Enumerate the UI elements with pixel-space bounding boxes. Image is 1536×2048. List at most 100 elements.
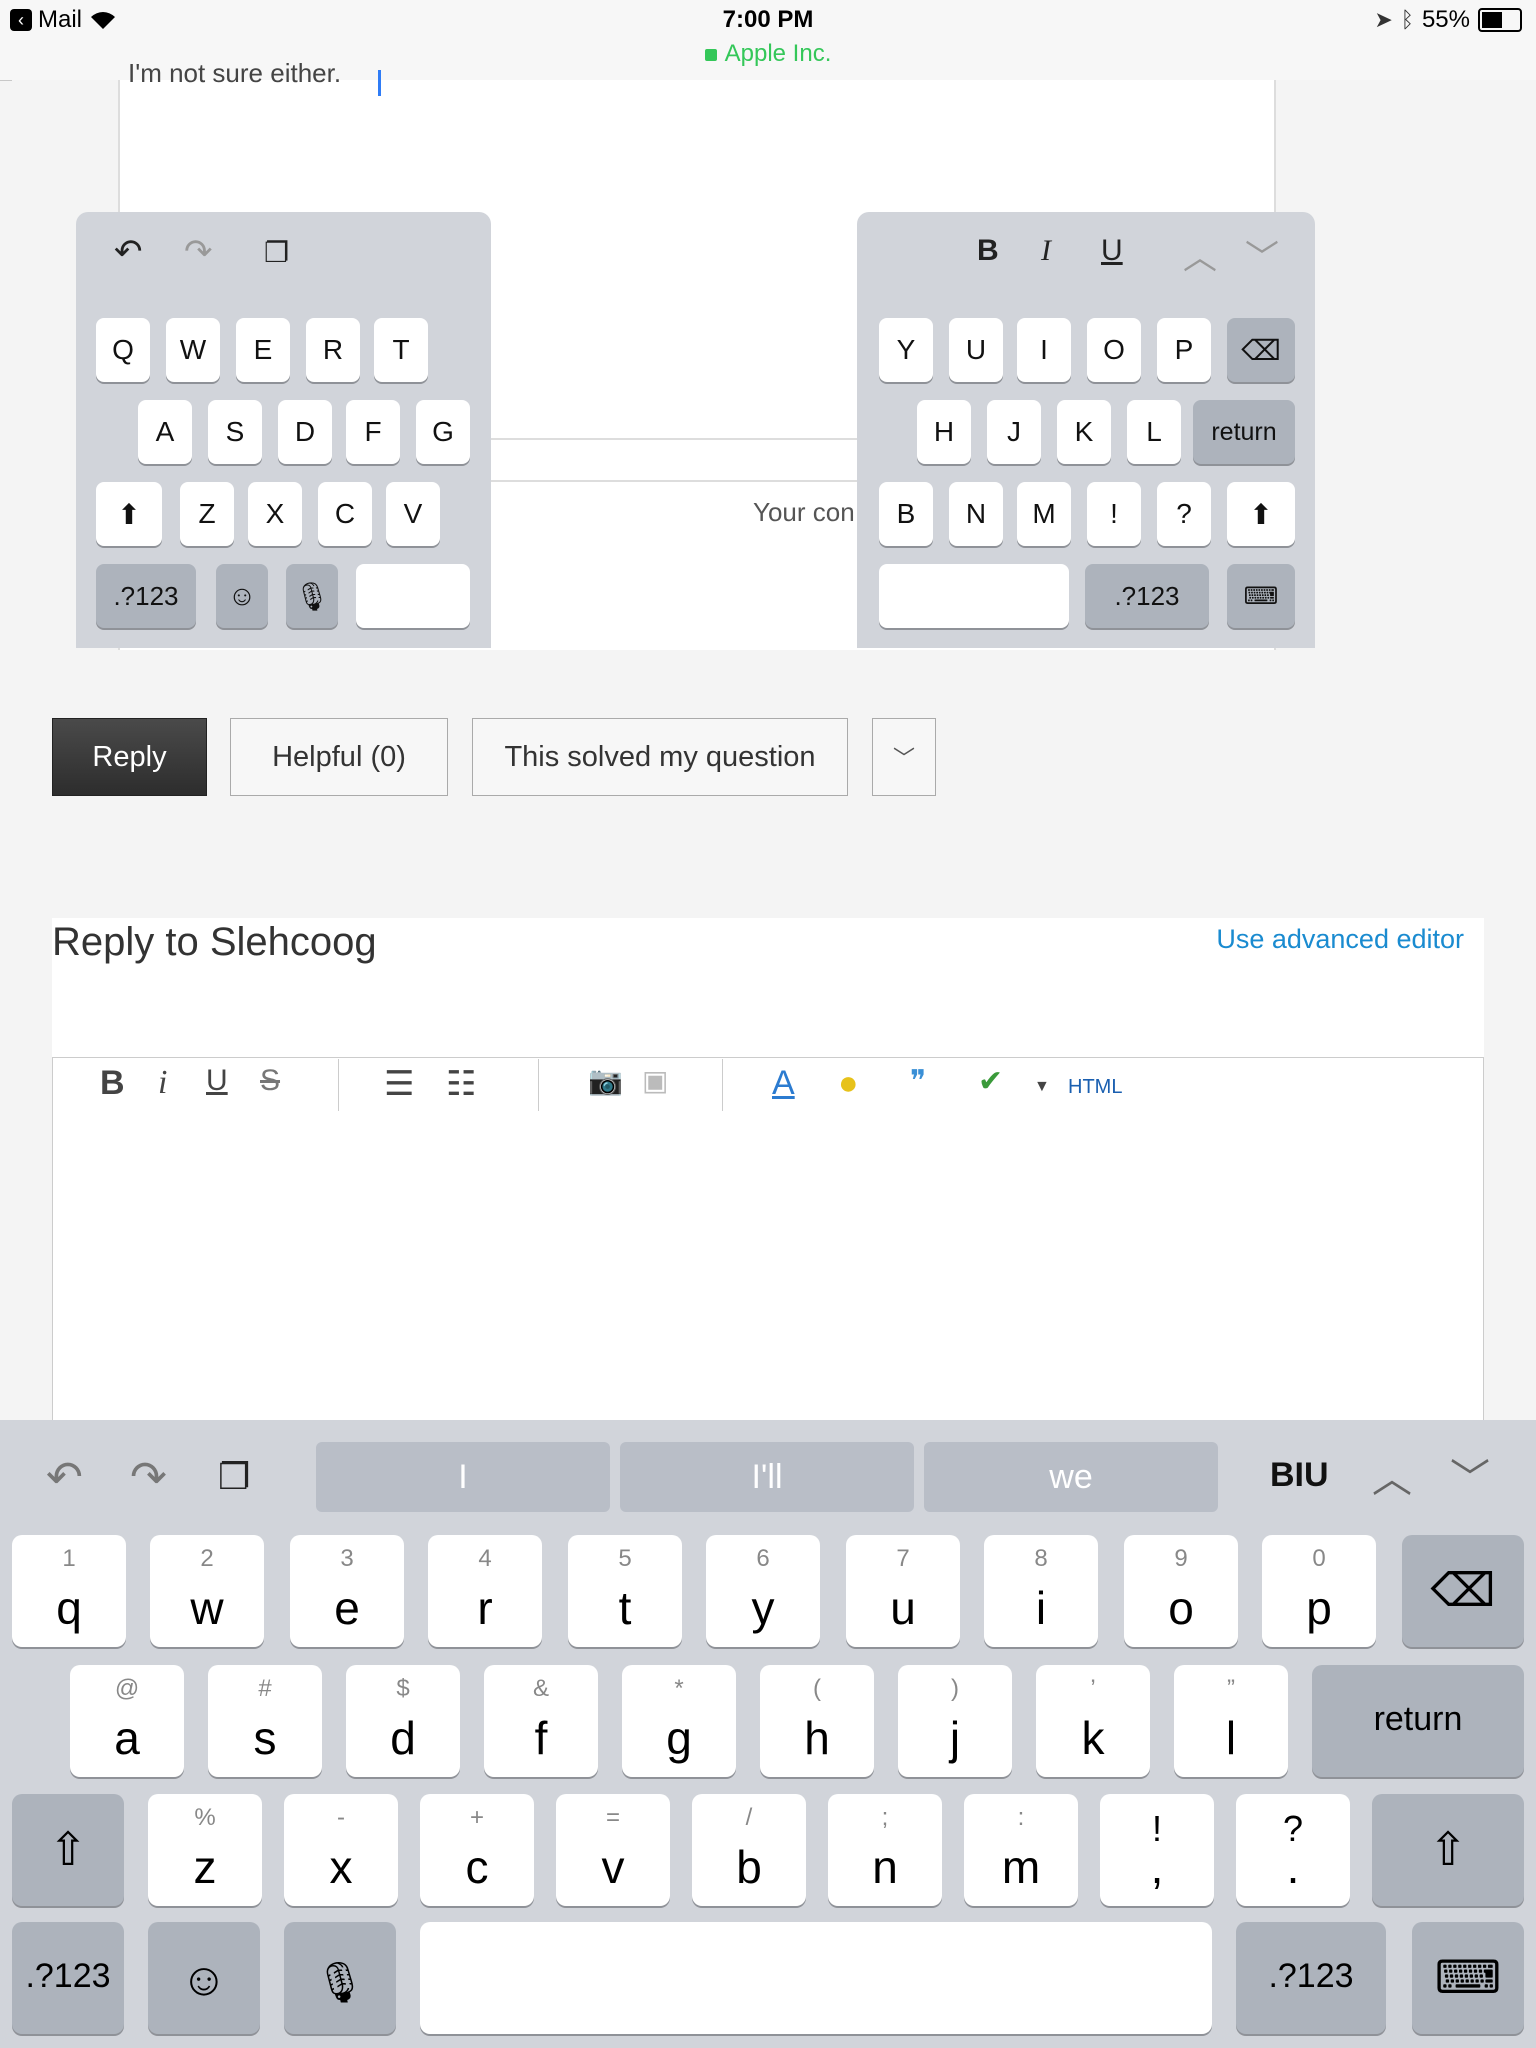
key-question-period[interactable]: ?. — [1236, 1794, 1350, 1906]
undo-icon[interactable]: ↶ — [46, 1452, 83, 1503]
reply-button[interactable]: Reply — [52, 718, 207, 796]
numbers-key[interactable]: .?123 — [12, 1922, 124, 2034]
suggestion-1[interactable]: I — [316, 1442, 610, 1512]
paste-icon[interactable]: ❐ — [218, 1456, 250, 1498]
key-s[interactable]: S — [208, 400, 262, 464]
key-y[interactable]: 6y — [706, 1535, 820, 1647]
key-d[interactable]: $ d — [346, 1665, 460, 1777]
keyboard-dismiss-key[interactable]: ⌨ — [1412, 1922, 1524, 2034]
dictation-key[interactable]: 🎙 — [284, 1922, 396, 2034]
reply-body-input[interactable] — [52, 1113, 1484, 1434]
key-l[interactable]: ” l — [1174, 1665, 1288, 1777]
key-n[interactable]: ; n — [828, 1794, 942, 1906]
key-o[interactable]: O — [1087, 318, 1141, 382]
key-w[interactable]: W — [166, 318, 220, 382]
key-f[interactable]: F — [346, 400, 400, 464]
more-actions-dropdown[interactable]: ﹀ — [872, 718, 936, 796]
key-w[interactable]: 2w — [150, 1535, 264, 1647]
key-u[interactable]: U — [949, 318, 1003, 382]
numbers-key[interactable]: .?123 — [96, 564, 196, 628]
key-q[interactable]: 1q — [12, 1535, 126, 1647]
delete-key[interactable]: ⌫ — [1227, 318, 1295, 382]
key-e[interactable]: E — [236, 318, 290, 382]
html-button[interactable]: HTML — [1068, 1076, 1122, 1099]
key-l[interactable]: L — [1127, 400, 1181, 464]
key-y[interactable]: Y — [879, 318, 933, 382]
paste-icon[interactable]: ❐ — [264, 236, 289, 269]
key-i[interactable]: 8i — [984, 1535, 1098, 1647]
shift-key[interactable]: ⬆ — [1227, 482, 1295, 546]
key-g[interactable]: * g — [622, 1665, 736, 1777]
strikethrough-button[interactable]: S — [260, 1064, 280, 1098]
advanced-editor-link[interactable]: Use advanced editor — [1216, 924, 1464, 955]
key-v[interactable]: = v — [556, 1794, 670, 1906]
underline-button[interactable]: U — [206, 1064, 228, 1098]
space-key[interactable] — [879, 564, 1069, 628]
space-key[interactable] — [356, 564, 470, 628]
key-a[interactable]: @ a — [70, 1665, 184, 1777]
key-b[interactable]: / b — [692, 1794, 806, 1906]
key-n[interactable]: N — [949, 482, 1003, 546]
key-m[interactable]: :m — [964, 1794, 1078, 1906]
shift-key[interactable]: ⇧ — [12, 1794, 124, 1906]
key-x[interactable]: X — [248, 482, 302, 546]
key-c[interactable]: C — [318, 482, 372, 546]
return-key[interactable]: return — [1312, 1665, 1524, 1777]
numbers-key[interactable]: .?123 — [1085, 564, 1209, 628]
numbers-key[interactable]: .?123 — [1236, 1922, 1386, 2034]
key-o[interactable]: 9o — [1124, 1535, 1238, 1647]
chevron-up-icon[interactable]: ︿ — [1183, 230, 1217, 279]
key-i[interactable]: I — [1017, 318, 1071, 382]
camera-icon[interactable]: 📷 — [588, 1064, 623, 1097]
key-h[interactable]: (h — [760, 1665, 874, 1777]
italic-format-button[interactable]: I — [1041, 234, 1051, 268]
underline-format-button[interactable]: U — [1101, 234, 1123, 268]
key-r[interactable]: 4r — [428, 1535, 542, 1647]
key-m[interactable]: M — [1017, 482, 1071, 546]
italic-button[interactable]: i — [158, 1064, 167, 1102]
key-z[interactable]: % z — [148, 1794, 262, 1906]
spellcheck-icon[interactable]: ✔ — [978, 1064, 1003, 1099]
key-exclamation[interactable]: ! — [1087, 482, 1141, 546]
emoji-key[interactable]: ☺ — [148, 1922, 260, 2034]
shift-key[interactable]: ⬆ — [96, 482, 162, 546]
numbered-list-icon[interactable]: ☷ — [446, 1064, 476, 1104]
key-t[interactable]: 5t — [568, 1535, 682, 1647]
key-question[interactable]: ? — [1157, 482, 1211, 546]
quote-icon[interactable]: ❞ — [910, 1064, 926, 1099]
emoji-key[interactable]: ☺ — [216, 564, 268, 628]
delete-key[interactable]: ⌫ — [1402, 1535, 1524, 1647]
redo-icon[interactable]: ↷ — [130, 1452, 167, 1503]
solved-button[interactable]: This solved my question — [472, 718, 848, 796]
key-s[interactable]: # s — [208, 1665, 322, 1777]
video-icon[interactable]: ▣ — [642, 1064, 668, 1097]
shift-key[interactable]: ⇧ — [1372, 1794, 1524, 1906]
key-c[interactable]: + c — [420, 1794, 534, 1906]
caret-down-icon[interactable]: ▼ — [1034, 1078, 1050, 1096]
key-b[interactable]: B — [879, 482, 933, 546]
key-k[interactable]: ’ k — [1036, 1665, 1150, 1777]
key-j[interactable]: ) j — [898, 1665, 1012, 1777]
chevron-down-icon[interactable]: ﹀ — [1450, 1446, 1490, 1504]
key-f[interactable]: & f — [484, 1665, 598, 1777]
key-h[interactable]: H — [917, 400, 971, 464]
key-j[interactable]: J — [987, 400, 1041, 464]
suggestion-3[interactable]: we — [924, 1442, 1218, 1512]
key-x[interactable]: -x — [284, 1794, 398, 1906]
text-color-icon[interactable]: A — [772, 1064, 795, 1103]
key-p[interactable]: P — [1157, 318, 1211, 382]
key-g[interactable]: G — [416, 400, 470, 464]
key-u[interactable]: 7u — [846, 1535, 960, 1647]
key-a[interactable]: A — [138, 400, 192, 464]
format-button[interactable]: BIU — [1270, 1456, 1329, 1495]
space-key[interactable] — [420, 1922, 1212, 2034]
suggestion-2[interactable]: I'll — [620, 1442, 914, 1512]
bold-format-button[interactable]: B — [977, 234, 999, 268]
key-k[interactable]: K — [1057, 400, 1111, 464]
key-e[interactable]: 3e — [290, 1535, 404, 1647]
dictation-key[interactable]: 🎙 — [286, 564, 338, 628]
key-t[interactable]: T — [374, 318, 428, 382]
emoji-icon[interactable]: ● — [838, 1064, 859, 1103]
key-q[interactable]: Q — [96, 318, 150, 382]
redo-icon[interactable]: ↷ — [184, 232, 213, 272]
